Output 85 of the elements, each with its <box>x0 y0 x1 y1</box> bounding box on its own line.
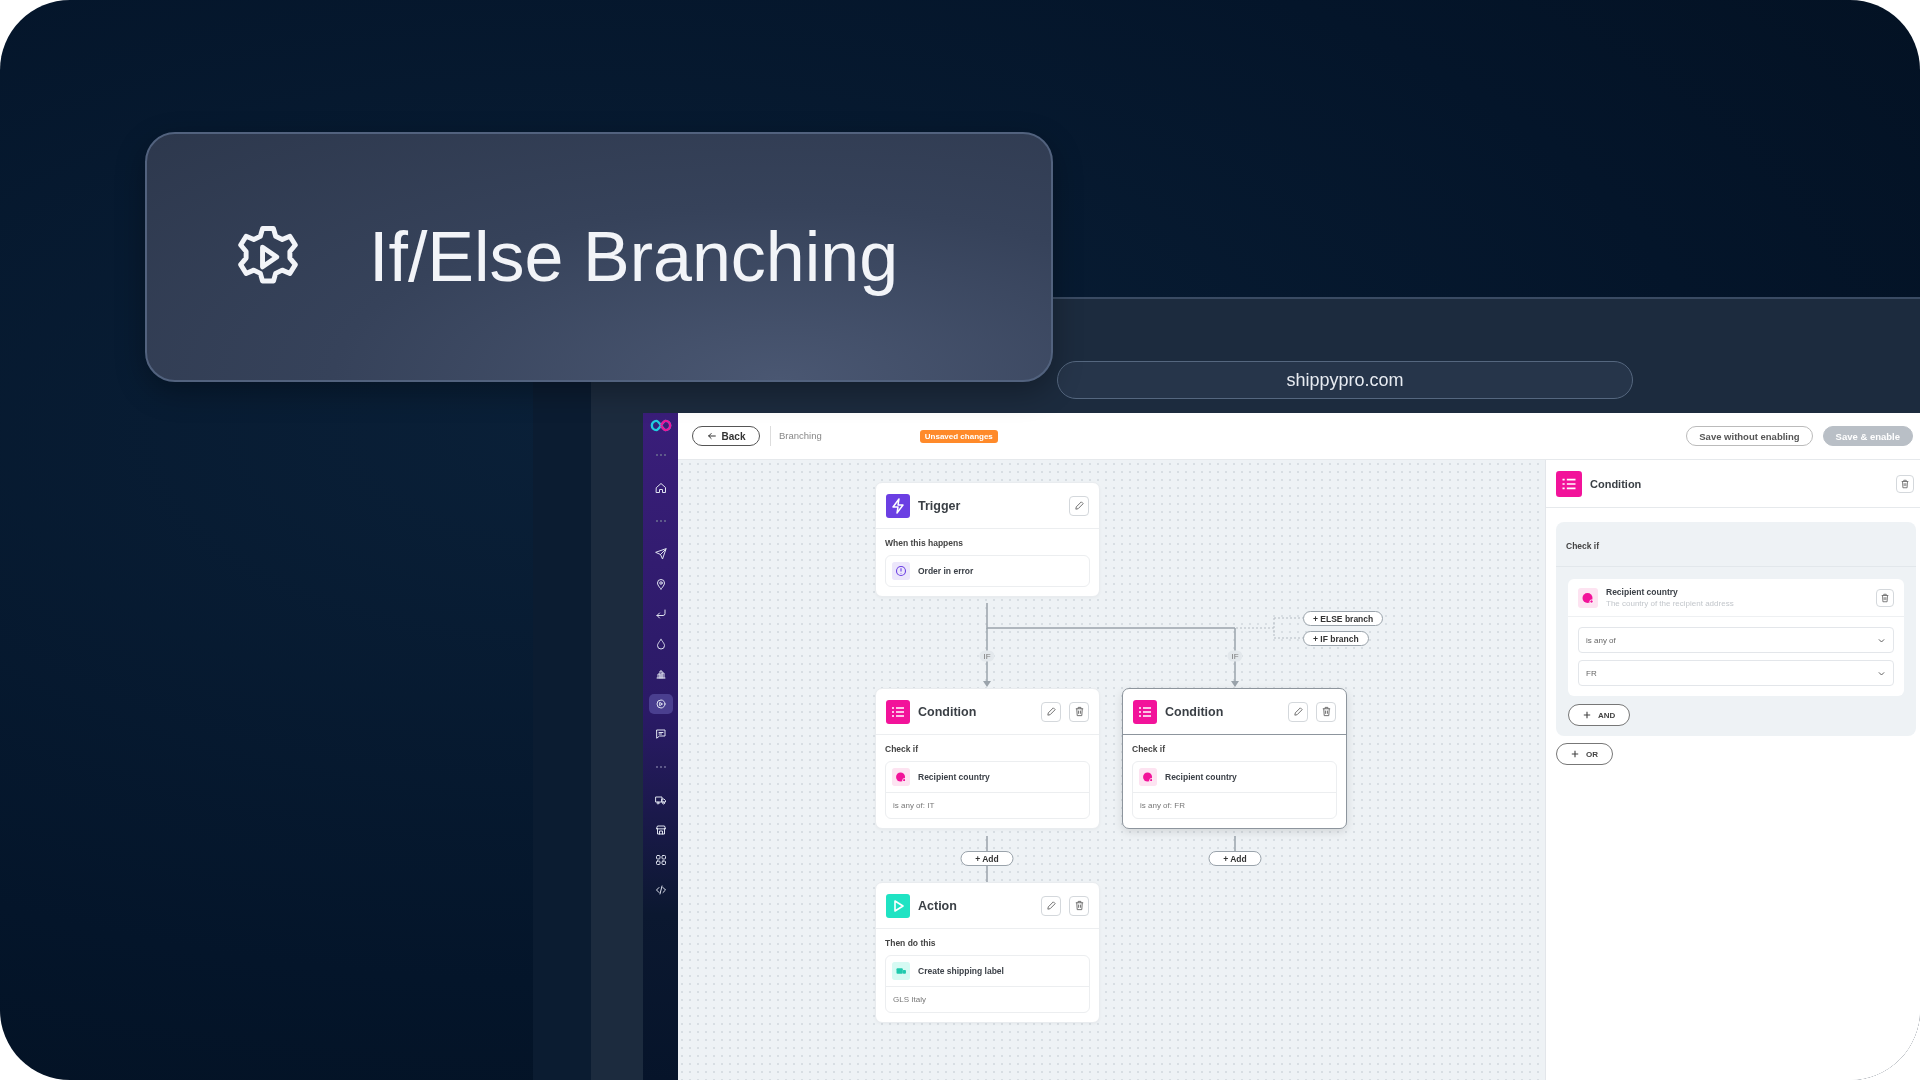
plus-icon <box>1583 711 1591 719</box>
trash-icon <box>1073 900 1085 911</box>
node-title: Condition <box>918 704 977 719</box>
trash-icon <box>1900 478 1910 489</box>
globe-icon <box>1578 587 1598 608</box>
dotted-connector <box>1235 617 1304 639</box>
delete-button[interactable] <box>1069 895 1089 916</box>
operator-dropdown[interactable]: is any of <box>1578 627 1894 653</box>
add-branch-button[interactable]: + IF branch <box>1303 631 1369 646</box>
step-detail: GLS Italy <box>886 986 1089 1012</box>
location-pin-icon <box>654 578 667 590</box>
section-label: When this happens <box>885 538 964 548</box>
section-label: Check if <box>885 744 920 754</box>
store-icon <box>654 824 667 836</box>
checklist-icon <box>886 699 910 724</box>
value-dropdown[interactable]: FR <box>1578 660 1894 686</box>
flow-node[interactable]: Condition Check if Recipient country is any of: FR <box>1122 688 1347 829</box>
logo-icon <box>649 419 672 432</box>
unsaved-badge: Unsaved changes <box>919 429 998 443</box>
node-title: Action <box>918 898 957 913</box>
flow-node[interactable]: Action Then do this Create shipping label GLS Italy <box>875 882 1100 1023</box>
back-button[interactable]: Back <box>692 426 760 446</box>
add-branch-button[interactable]: + ELSE branch <box>1303 611 1384 626</box>
pencil-icon <box>1045 900 1057 911</box>
edit-button[interactable] <box>1288 701 1308 722</box>
home-icon <box>654 482 667 494</box>
step-name: Recipient country <box>1165 772 1237 782</box>
step-detail: is any of: FR <box>1133 792 1336 818</box>
flow-node[interactable]: Trigger When this happens Order in error <box>875 482 1100 597</box>
info-icon <box>892 562 910 580</box>
globe-icon <box>892 768 910 786</box>
connector-line <box>986 835 988 883</box>
or-button[interactable]: OR <box>1556 743 1613 765</box>
node-title: Condition <box>1165 704 1224 719</box>
step-name: Create shipping label <box>918 966 1004 976</box>
breadcrumb: Branching <box>770 426 822 446</box>
edit-button[interactable] <box>1041 701 1061 722</box>
pencil-icon <box>1045 706 1057 717</box>
code-icon <box>654 884 667 896</box>
pencil-icon <box>1073 500 1085 511</box>
trash-icon <box>1320 706 1332 717</box>
add-step-button[interactable]: + Add <box>960 851 1014 866</box>
section-label: Then do this <box>885 938 937 948</box>
branch-label: IF <box>979 650 995 662</box>
delete-button[interactable] <box>1896 474 1914 493</box>
feature-title: If/Else Branching <box>369 217 899 297</box>
delete-button[interactable] <box>1876 588 1894 607</box>
edit-button[interactable] <box>1041 895 1061 916</box>
lightning-icon <box>886 493 910 518</box>
panel-title: Condition <box>1590 477 1642 490</box>
plus-icon <box>1571 750 1579 758</box>
delete-button[interactable] <box>1069 701 1089 722</box>
gear-play-icon <box>654 698 667 710</box>
section-label: Check if <box>1566 541 1600 551</box>
truck-icon <box>892 962 910 980</box>
save-button[interactable]: Save without enabling <box>1686 426 1813 446</box>
node-title: Trigger <box>918 498 961 513</box>
trash-icon <box>1073 706 1085 717</box>
step-detail: is any of: IT <box>886 792 1089 818</box>
step-name: Recipient country <box>918 772 990 782</box>
globe-icon <box>1139 768 1157 786</box>
arrow-left-icon <box>706 431 717 441</box>
and-button[interactable]: AND <box>1568 704 1631 726</box>
return-arrow-icon <box>654 608 667 620</box>
connector-line <box>1234 835 1236 852</box>
chat-icon <box>654 728 667 740</box>
edit-button[interactable] <box>1069 495 1089 516</box>
branch-label: IF <box>1227 650 1243 662</box>
paper-plane-icon <box>654 548 667 560</box>
drop-icon <box>654 638 667 650</box>
trash-icon <box>1880 592 1890 603</box>
add-step-button[interactable]: + Add <box>1208 851 1262 866</box>
address-bar[interactable]: shippypro.com <box>1057 361 1633 399</box>
sidebar-item[interactable] <box>648 694 673 714</box>
step-name: Order in error <box>918 566 974 576</box>
checklist-icon <box>1556 470 1582 497</box>
flow-node[interactable]: Condition Check if Recipient country is any of: IT <box>875 688 1100 829</box>
pencil-icon <box>1292 706 1304 717</box>
checklist-icon <box>1133 699 1157 724</box>
grid-icon <box>654 854 667 866</box>
rule-title: Recipient country <box>1606 587 1679 597</box>
delete-button[interactable] <box>1316 701 1336 722</box>
truck-icon <box>654 794 667 806</box>
play-icon <box>886 893 910 918</box>
section-label: Check if <box>1132 744 1167 754</box>
